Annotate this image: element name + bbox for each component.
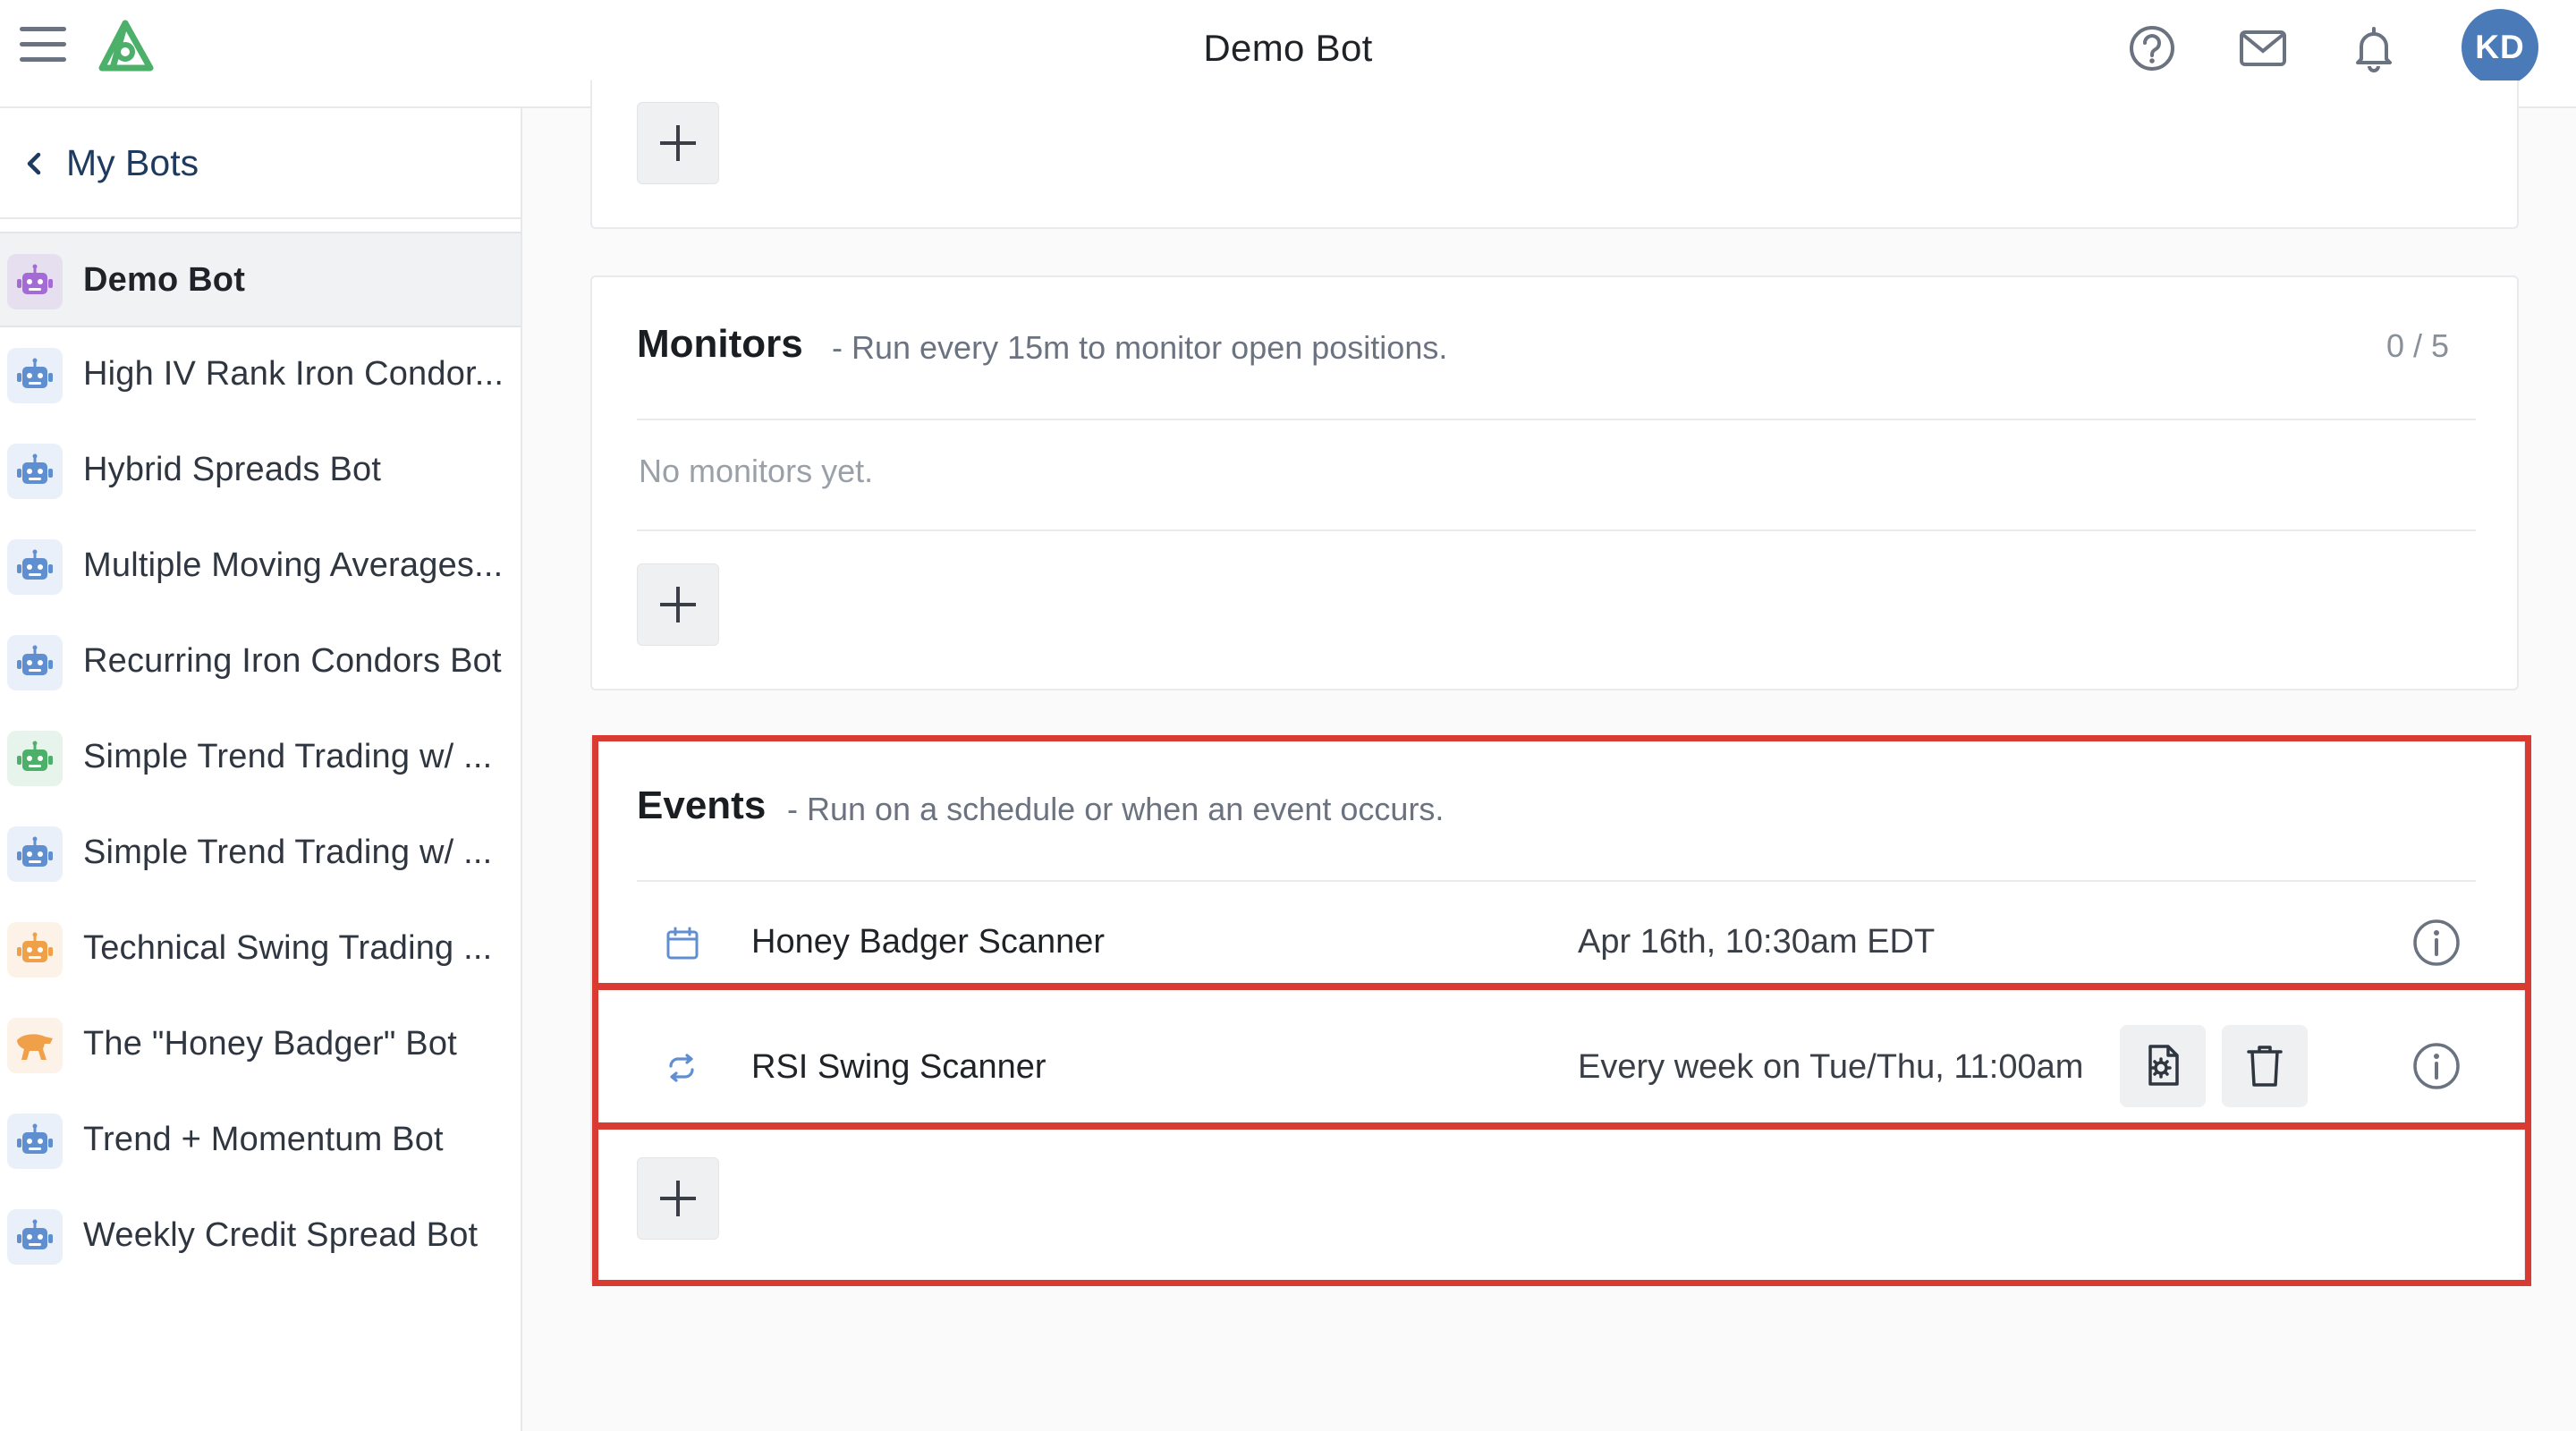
monitors-card: Monitors - Run every 15m to monitor open… (590, 275, 2519, 690)
sidebar-bot-label: Hybrid Spreads Bot (83, 451, 382, 488)
events-card: Events - Run on a schedule or when an ev… (590, 735, 2526, 1286)
monitors-title: Monitors (637, 322, 803, 366)
sidebar-bot-label: Simple Trend Trading w/ ... (83, 738, 493, 775)
robot-icon (7, 348, 63, 403)
events-subtitle: - Run on a schedule or when an event occ… (787, 791, 1445, 827)
info-icon[interactable] (2411, 1041, 2462, 1091)
page-title: Demo Bot (1203, 27, 1373, 69)
robot-icon (7, 1209, 63, 1265)
mail-icon[interactable] (2238, 23, 2288, 73)
edit-event-button[interactable] (2120, 1025, 2206, 1107)
robot-icon (7, 444, 63, 499)
delete-event-button[interactable] (2222, 1025, 2308, 1107)
sidebar-bot-label: Weekly Credit Spread Bot (83, 1216, 479, 1254)
sidebar-bot-item[interactable]: Hybrid Spreads Bot (0, 423, 521, 519)
sidebar-bot-item[interactable]: Trend + Momentum Bot (0, 1093, 521, 1189)
event-row[interactable]: RSI Swing Scanner Every week on Tue/Thu,… (592, 1005, 2524, 1129)
sidebar-bot-label: High IV Rank Iron Condor... (83, 355, 504, 393)
robot-icon (7, 1113, 63, 1169)
sidebar-bot-item[interactable]: Technical Swing Trading ... (0, 902, 521, 997)
sidebar-bot-item[interactable]: Recurring Iron Condors Bot (0, 614, 521, 710)
sidebar-bot-label: Trend + Momentum Bot (83, 1121, 444, 1158)
robot-icon (7, 731, 63, 786)
sidebar-bot-label: Technical Swing Trading ... (83, 929, 493, 967)
sidebar-bot-label: Multiple Moving Averages... (83, 546, 504, 584)
sidebar-bot-item[interactable]: High IV Rank Iron Condor... (0, 327, 521, 423)
event-name: Honey Badger Scanner (751, 923, 1106, 961)
back-label: My Bots (66, 142, 199, 183)
robot-icon (7, 254, 63, 309)
events-title: Events (637, 783, 767, 827)
sidebar-bot-item[interactable]: Weekly Credit Spread Bot (0, 1189, 521, 1284)
sidebar-bot-item[interactable]: Simple Trend Trading w/ ... (0, 806, 521, 902)
triggers-card (590, 80, 2519, 229)
event-schedule: Apr 16th, 10:30am EDT (1578, 923, 1936, 961)
trash-icon (2247, 1046, 2283, 1087)
robot-icon (7, 539, 63, 595)
chevron-left-icon (27, 152, 41, 175)
info-icon[interactable] (2411, 918, 2462, 968)
sidebar: My Bots Demo Bot High IV Rank Iron Condor… (0, 108, 522, 1431)
robot-icon (7, 635, 63, 690)
robot-icon (7, 826, 63, 882)
event-row[interactable]: Honey Badger Scanner Apr 16th, 10:30am E… (592, 882, 2524, 1002)
add-monitor-button[interactable] (637, 563, 719, 646)
sidebar-bot-item[interactable]: Simple Trend Trading w/ ... (0, 710, 521, 806)
add-event-button[interactable] (637, 1157, 719, 1240)
sidebar-bot-item[interactable]: The "Honey Badger" Bot (0, 997, 521, 1093)
sidebar-bot-item[interactable]: Multiple Moving Averages... (0, 519, 521, 614)
monitors-empty-text: No monitors yet. (639, 453, 874, 489)
badger-icon (7, 1018, 63, 1073)
sidebar-bot-label: Demo Bot (83, 261, 246, 299)
calendar-icon (666, 927, 699, 960)
repeat-icon (669, 1054, 694, 1082)
divider (637, 529, 2476, 531)
sidebar-bot-label: The "Honey Badger" Bot (83, 1025, 457, 1063)
robot-icon (7, 922, 63, 978)
bot-list: Demo Bot High IV Rank Iron Condor... Hybri… (0, 232, 521, 1284)
event-name: RSI Swing Scanner (751, 1048, 1046, 1086)
add-trigger-button[interactable] (637, 102, 719, 184)
sidebar-bot-label: Recurring Iron Condors Bot (83, 642, 502, 680)
menu-icon[interactable] (20, 27, 66, 66)
bell-icon[interactable] (2349, 23, 2399, 73)
app-logo[interactable] (93, 18, 157, 75)
sidebar-bot-label: Simple Trend Trading w/ ... (83, 834, 493, 871)
monitors-subtitle: - Run every 15m to monitor open position… (832, 329, 1448, 366)
event-schedule: Every week on Tue/Thu, 11:00am (1578, 1048, 2084, 1086)
back-to-my-bots[interactable]: My Bots (0, 108, 521, 219)
help-icon[interactable] (2127, 23, 2177, 73)
divider (637, 419, 2476, 420)
edit-settings-icon (2148, 1045, 2179, 1086)
monitors-count: 0 / 5 (2386, 327, 2450, 364)
sidebar-bot-item[interactable]: Demo Bot (0, 232, 521, 327)
avatar[interactable]: KD (2462, 9, 2538, 86)
